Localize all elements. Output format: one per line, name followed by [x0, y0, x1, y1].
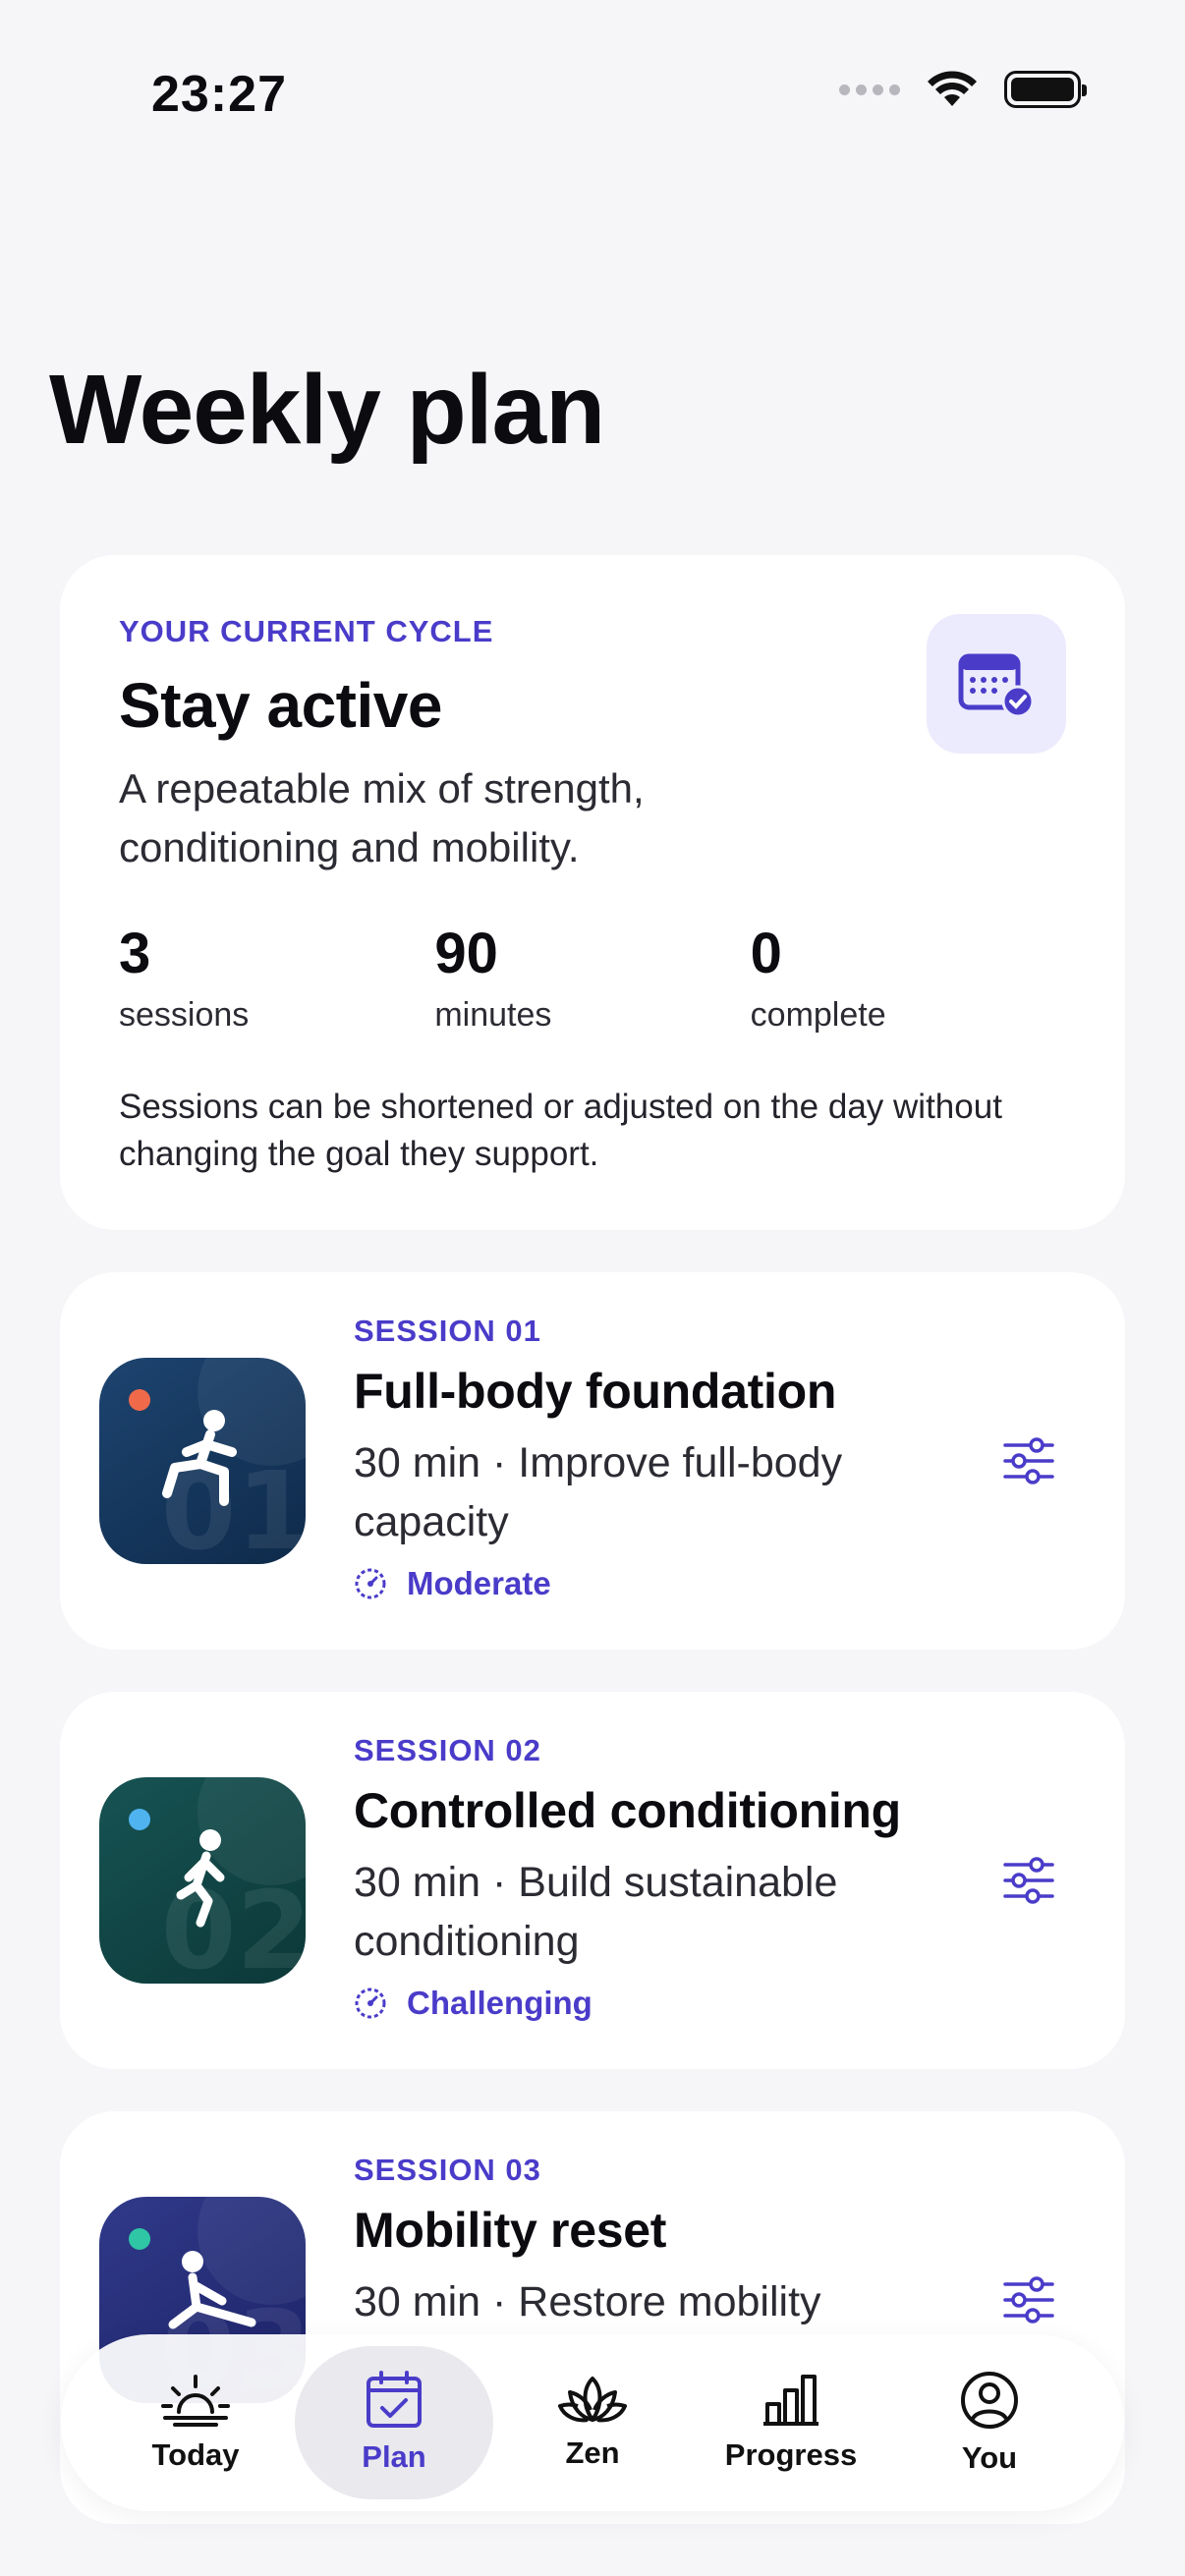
session-description: 30 min · Build sustainable conditioning: [354, 1859, 838, 1965]
running-figure-icon: [176, 1829, 225, 1928]
calendar-check-icon[interactable]: [927, 614, 1066, 754]
session-description: 30 min · Restore mobility: [354, 2278, 821, 2325]
cycle-note: Sessions can be shortened or adjusted on…: [119, 1088, 1002, 1173]
cycle-description: A repeatable mix of strength, conditioni…: [119, 765, 645, 870]
adjust-session-icon[interactable]: [1001, 2274, 1056, 2325]
status-time: 23:27: [151, 66, 287, 123]
gauge-icon: [355, 1988, 386, 2019]
session-eyebrow: SESSION 02: [354, 1733, 541, 1767]
session-title: Full-body foundation: [354, 1364, 837, 1419]
session-body: SESSION 03 Mobility reset 30 min · Resto…: [354, 2153, 904, 2331]
tab-today[interactable]: Today: [96, 2346, 295, 2499]
tab-zen[interactable]: Zen: [493, 2346, 692, 2499]
calendar-check-icon: [367, 2371, 422, 2428]
stat-minutes: 90 minutes: [434, 921, 750, 1035]
bar-chart-icon: [763, 2375, 818, 2426]
lunge-figure-icon: [162, 1410, 237, 1506]
accent-dot: [129, 2228, 150, 2250]
tab-bar: Today Plan Zen Progress You: [61, 2334, 1124, 2511]
stat-label: minutes: [434, 996, 552, 1034]
status-icons: [839, 71, 1087, 108]
cycle-card: YOUR CURRENT CYCLE Stay active A repeata…: [60, 555, 1125, 1230]
session-body: SESSION 02 Controlled conditioning 30 mi…: [354, 1733, 904, 2022]
session-thumbnail: 02: [99, 1777, 306, 1984]
accent-dot: [129, 1809, 150, 1830]
tab-you[interactable]: You: [890, 2346, 1089, 2499]
tab-progress[interactable]: Progress: [692, 2346, 890, 2499]
wifi-icon: [928, 71, 977, 106]
session-description: 30 min · Improve full-body capacity: [354, 1439, 843, 1545]
sunrise-icon: [161, 2375, 230, 2427]
profile-icon: [961, 2372, 1018, 2429]
stat-value: 0: [750, 922, 782, 985]
session-thumbnail: 01: [99, 1358, 306, 1564]
stat-value: 3: [119, 922, 151, 985]
session-eyebrow: SESSION 01: [354, 1314, 541, 1348]
session-intensity: Challenging: [354, 1985, 904, 2022]
session-eyebrow: SESSION 03: [354, 2153, 541, 2187]
intensity-label: Challenging: [407, 1985, 592, 2021]
cellular-signal-icon: [839, 84, 900, 95]
session-card-01[interactable]: 01 SESSION 01 Full-body foundation 30 mi…: [60, 1272, 1125, 1650]
intensity-label: Moderate: [407, 1565, 551, 1601]
stat-value: 90: [434, 922, 498, 985]
cycle-eyebrow: YOUR CURRENT CYCLE: [119, 614, 494, 648]
stat-label: sessions: [119, 996, 250, 1034]
lotus-icon: [558, 2377, 627, 2423]
tab-label: Plan: [362, 2439, 426, 2474]
session-intensity: Moderate: [354, 1565, 904, 1602]
page-title: Weekly plan: [49, 355, 605, 465]
tab-label: You: [961, 2440, 1018, 2475]
tab-label: Progress: [724, 2437, 858, 2472]
adjust-session-icon[interactable]: [1001, 1435, 1056, 1486]
session-card-02[interactable]: 02 SESSION 02 Controlled conditioning 30…: [60, 1692, 1125, 2069]
cycle-title: Stay active: [119, 670, 442, 741]
session-title: Controlled conditioning: [354, 1783, 901, 1838]
tab-plan[interactable]: Plan: [295, 2346, 493, 2499]
stat-sessions: 3 sessions: [119, 921, 434, 1035]
battery-icon: [1004, 71, 1087, 108]
tab-label: Zen: [565, 2436, 620, 2470]
stat-complete: 0 complete: [751, 921, 1066, 1035]
session-body: SESSION 01 Full-body foundation 30 min ·…: [354, 1314, 904, 1602]
tab-label: Today: [151, 2437, 240, 2472]
cycle-stats: 3 sessions 90 minutes 0 complete: [119, 921, 1066, 1035]
adjust-session-icon[interactable]: [1001, 1855, 1056, 1906]
accent-dot: [129, 1389, 150, 1411]
session-title: Mobility reset: [354, 2203, 667, 2258]
gauge-icon: [355, 1568, 386, 1599]
stat-label: complete: [750, 996, 886, 1034]
